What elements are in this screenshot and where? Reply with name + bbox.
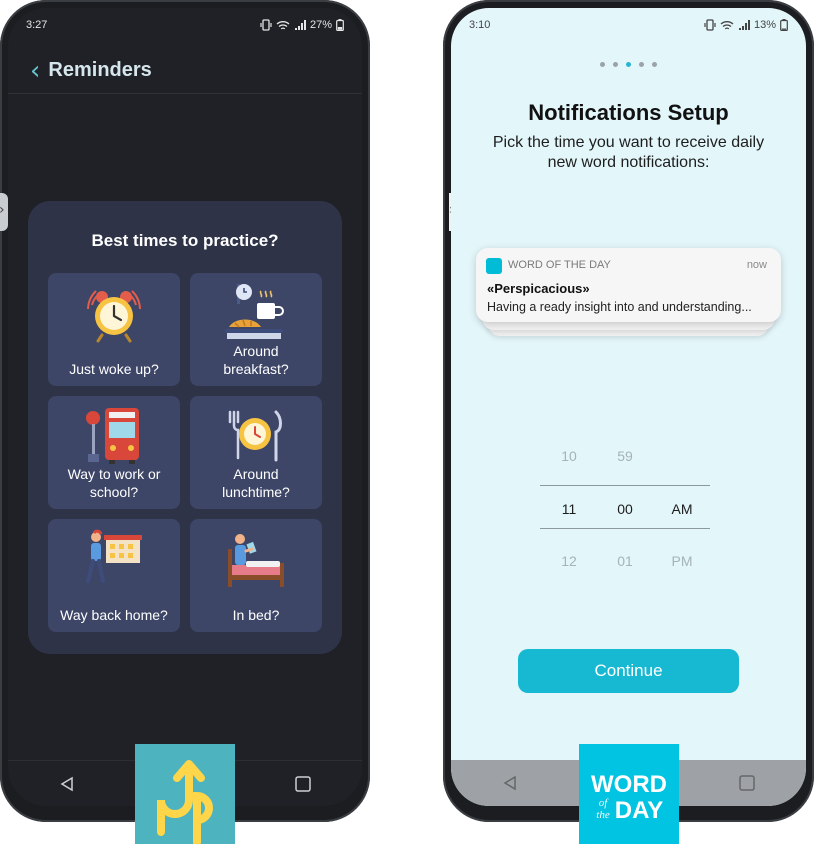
app-logo-icon (486, 258, 502, 274)
option-around-lunchtime[interactable]: Around lunchtime? (190, 396, 322, 509)
page-title: Notifications Setup (528, 100, 729, 125)
card-title: Best times to practice? (91, 231, 279, 250)
status-time: 3:10 (469, 19, 491, 31)
wifi-icon (276, 20, 290, 29)
continue-button[interactable]: Continue (518, 649, 739, 693)
back-icon[interactable] (58, 775, 76, 793)
hour-option[interactable]: 10 (549, 448, 589, 464)
walking-home-icon (48, 525, 180, 589)
status-battery-percent: 13% (753, 19, 776, 31)
svg-text:DAY: DAY (615, 797, 663, 824)
svg-text:WORD: WORD (591, 771, 667, 798)
vibrate-icon (260, 19, 272, 31)
pager-dot (652, 62, 657, 67)
pager-dot-active (626, 62, 631, 67)
option-label: Around breakfast? (223, 343, 289, 377)
option-in-bed[interactable]: In bed? (190, 519, 322, 632)
minute-selected[interactable]: 00 (605, 501, 645, 517)
hour-option[interactable]: 12 (549, 553, 589, 569)
phone-frame-reminders: 3:27 27% ‹ Reminders Best times to pract… (0, 0, 370, 822)
notification-preview: WORD OF THE DAY now «Perspicacious» Havi… (476, 248, 781, 340)
back-chevron-icon[interactable]: ‹ (30, 58, 40, 84)
notification-time: now (746, 259, 767, 271)
minute-option[interactable]: 01 (605, 553, 645, 569)
wifi-icon (720, 20, 734, 29)
option-way-back-home[interactable]: Way back home? (48, 519, 180, 632)
reminders-screen: 3:27 27% ‹ Reminders Best times to pract… (8, 8, 362, 806)
recents-icon[interactable] (294, 775, 312, 793)
time-picker[interactable]: 10 11 12 59 00 01 AM PM (451, 444, 806, 584)
status-time: 3:27 (26, 19, 48, 31)
alarm-clock-icon (48, 279, 180, 343)
option-label: Way back home? (60, 607, 168, 623)
breakfast-icon (190, 279, 322, 343)
showcase-stage: 3:27 27% ‹ Reminders Best times to pract… (0, 0, 814, 844)
status-icons: 27% (260, 19, 344, 31)
hour-selected[interactable]: 11 (549, 501, 589, 517)
page-subtitle: Pick the time you want to receive daily … (492, 134, 765, 171)
option-label: Way to work or school? (67, 466, 161, 500)
option-just-woke-up[interactable]: Just woke up? (48, 273, 180, 386)
period-selected[interactable]: AM (662, 501, 702, 517)
status-bar: 3:10 13% (451, 8, 806, 42)
vibrate-icon (704, 19, 716, 31)
back-icon[interactable] (501, 774, 519, 792)
pager-dot (600, 62, 605, 67)
word-of-the-day-logo: WORD of the DAY (579, 744, 679, 844)
pager-dot (639, 62, 644, 67)
signal-icon (294, 19, 306, 30)
up-app-logo (135, 744, 235, 844)
lunch-plate-icon (190, 402, 322, 466)
status-battery-percent: 27% (309, 19, 332, 31)
word-of-the-day-logo-mark: WORD of the DAY (591, 771, 667, 824)
status-icons: 13% (704, 19, 788, 31)
svg-text:the: the (596, 809, 610, 821)
minute-option[interactable]: 59 (605, 448, 645, 464)
notification-card: WORD OF THE DAY now «Perspicacious» Havi… (476, 248, 781, 322)
option-way-to-work[interactable]: Way to work or school? (48, 396, 180, 509)
signal-icon (738, 19, 750, 30)
option-label: Just woke up? (69, 361, 159, 377)
practice-times-card: Best times to practice? Just woke up? Ar… (28, 201, 342, 654)
onboarding-pager (451, 62, 806, 67)
notification-app-name: WORD OF THE DAY (508, 259, 611, 271)
phone-frame-word-of-the-day: 3:10 13% Notifications Setup Pick the ti… (443, 0, 814, 822)
svg-text:of: of (599, 797, 610, 809)
battery-icon (780, 19, 788, 31)
notification-body: Having a ready insight into and understa… (487, 300, 752, 314)
bus-stop-icon (48, 402, 180, 466)
option-around-breakfast[interactable]: Around breakfast? (190, 273, 322, 386)
status-bar: 3:27 27% (8, 8, 362, 42)
page-title: Reminders (48, 59, 152, 81)
edge-panel-handle[interactable] (0, 193, 8, 231)
period-option[interactable]: PM (662, 553, 702, 569)
up-logo-mark (157, 760, 213, 844)
option-label: Around lunchtime? (222, 466, 290, 500)
notification-title: «Perspicacious» (487, 281, 590, 296)
notifications-setup-screen: 3:10 13% Notifications Setup Pick the ti… (451, 8, 806, 806)
app-header: ‹ Reminders (8, 48, 362, 94)
pager-dot (613, 62, 618, 67)
battery-icon (336, 19, 344, 31)
bed-reading-icon (190, 525, 322, 589)
recents-icon[interactable] (738, 774, 756, 792)
option-label: In bed? (232, 607, 280, 623)
